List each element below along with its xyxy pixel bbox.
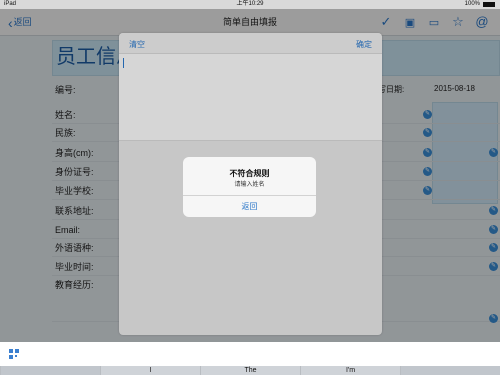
predictive-bar: I The I'm: [0, 366, 500, 375]
alert-dialog: 不符合规则 请输入姓名 返回: [183, 157, 316, 217]
suggestion[interactable]: [0, 366, 100, 375]
alert-message: 请输入姓名: [234, 182, 265, 188]
alert-back-button[interactable]: 返回: [183, 201, 316, 212]
suggestion[interactable]: I'm: [300, 366, 400, 375]
divider: [183, 195, 316, 196]
suggestion[interactable]: [400, 366, 500, 375]
suggestion[interactable]: The: [200, 366, 300, 375]
alert-title: 不符合规则: [229, 169, 270, 178]
qr-code-icon[interactable]: [9, 349, 19, 359]
suggestion[interactable]: I: [100, 366, 200, 375]
keyboard-toolbar: [0, 342, 500, 366]
